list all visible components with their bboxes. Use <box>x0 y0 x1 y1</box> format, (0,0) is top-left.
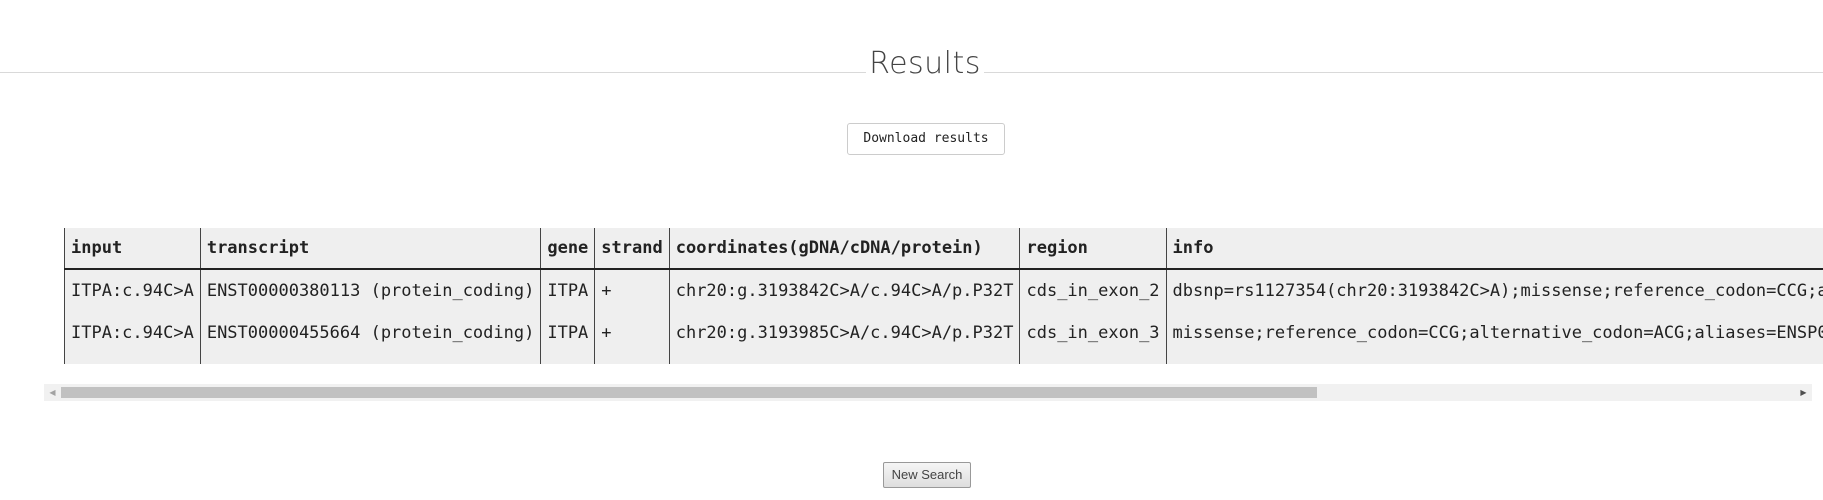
padding-cell <box>199 354 541 364</box>
cell-coordinates: chr20:g.3193985C>A/c.94C>A/p.P32T <box>668 312 1020 354</box>
triangle-left-icon[interactable]: ◀ <box>44 384 61 401</box>
column-header-region: region <box>1019 228 1167 270</box>
column-header-info: info <box>1165 228 1823 270</box>
triangle-right-icon[interactable]: ▶ <box>1795 384 1812 401</box>
results-table-container: input transcript gene strand coordinates… <box>64 228 1823 364</box>
column-header-input: input <box>64 228 201 270</box>
cell-region: cds_in_exon_2 <box>1019 269 1167 312</box>
results-header: Results <box>0 42 1823 92</box>
results-page: Results Download results input transcrip… <box>0 0 1823 500</box>
padding-cell <box>594 354 670 364</box>
horizontal-scrollbar[interactable]: ◀ ▶ <box>44 384 1812 401</box>
table-padding-row <box>64 354 1823 364</box>
column-header-coordinates: coordinates(gDNA/cDNA/protein) <box>668 228 1020 270</box>
download-results-button[interactable]: Download results <box>847 123 1005 155</box>
cell-transcript: ENST00000455664 (protein_coding) <box>199 312 541 354</box>
cell-input: ITPA:c.94C>A <box>64 269 201 312</box>
cell-info: dbsnp=rs1127354(chr20:3193842C>A);missen… <box>1165 269 1823 312</box>
padding-cell <box>1019 354 1167 364</box>
cell-input: ITPA:c.94C>A <box>64 312 201 354</box>
cell-coordinates: chr20:g.3193842C>A/c.94C>A/p.P32T <box>668 269 1020 312</box>
cell-strand: + <box>594 312 670 354</box>
table-row: ITPA:c.94C>A ENST00000455664 (protein_co… <box>64 312 1823 354</box>
cell-transcript: ENST00000380113 (protein_coding) <box>199 269 541 312</box>
header-divider-right <box>984 72 1823 73</box>
column-header-gene: gene <box>540 228 595 270</box>
results-table: input transcript gene strand coordinates… <box>64 228 1823 364</box>
scrollbar-thumb[interactable] <box>61 387 1317 398</box>
cell-info: missense;reference_codon=CCG;alternative… <box>1165 312 1823 354</box>
cell-gene: ITPA <box>540 269 595 312</box>
page-title: Results <box>869 46 981 81</box>
cell-strand: + <box>594 269 670 312</box>
column-header-transcript: transcript <box>199 228 541 270</box>
padding-cell <box>540 354 595 364</box>
padding-cell <box>668 354 1020 364</box>
cell-gene: ITPA <box>540 312 595 354</box>
cell-region: cds_in_exon_3 <box>1019 312 1167 354</box>
table-header-row: input transcript gene strand coordinates… <box>64 228 1823 270</box>
new-search-button[interactable]: New Search <box>883 462 971 488</box>
padding-cell <box>1165 354 1823 364</box>
header-divider-left <box>0 72 866 73</box>
table-row: ITPA:c.94C>A ENST00000380113 (protein_co… <box>64 269 1823 312</box>
column-header-strand: strand <box>594 228 670 270</box>
padding-cell <box>64 354 201 364</box>
